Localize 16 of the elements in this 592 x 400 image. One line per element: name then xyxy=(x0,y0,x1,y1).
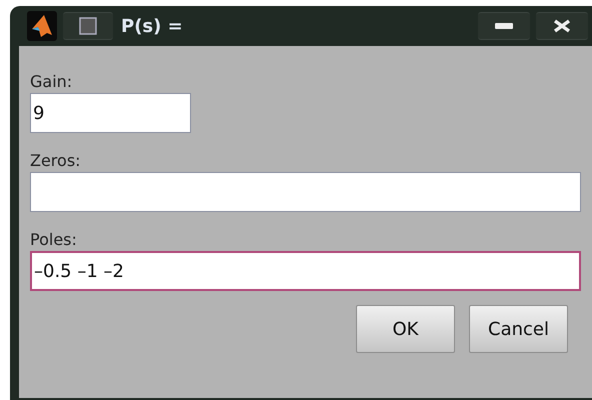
field-label: Gain: xyxy=(30,72,72,91)
poles-field[interactable]: –0.5 –1 –2 xyxy=(30,251,581,291)
close-icon xyxy=(553,19,571,33)
ok-button[interactable]: OK xyxy=(356,305,455,353)
window-menu-button[interactable] xyxy=(63,12,113,40)
field-label: Zeros: xyxy=(30,151,81,170)
app-logo-icon xyxy=(27,11,57,41)
minimize-button[interactable] xyxy=(478,12,530,40)
window-title: P(s) = xyxy=(121,16,183,36)
gain-field[interactable]: 9 xyxy=(30,93,191,133)
close-button[interactable] xyxy=(536,12,588,40)
square-icon xyxy=(79,17,97,35)
field-label: Poles: xyxy=(30,230,77,249)
cancel-button[interactable]: Cancel xyxy=(469,305,568,353)
minimize-icon xyxy=(495,23,513,29)
zeros-field[interactable] xyxy=(30,172,581,212)
